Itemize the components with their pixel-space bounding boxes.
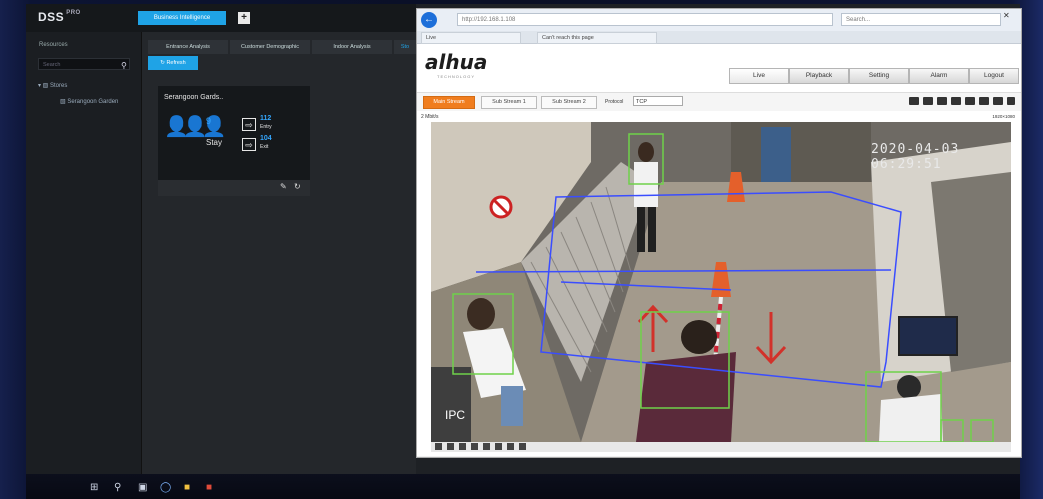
- dahua-logo-subtitle: TECHNOLOGY: [437, 74, 476, 79]
- video-control-bar: [431, 442, 1011, 452]
- exit-label: Exit: [260, 144, 269, 150]
- resource-search-input[interactable]: Search: [38, 58, 130, 70]
- people-icon: 👤👤👤: [164, 116, 227, 138]
- entry-icon: ⇨: [242, 118, 256, 131]
- window-icon[interactable]: [923, 97, 933, 105]
- search-icon[interactable]: ⚲: [121, 61, 127, 70]
- dss-logo: DSS PRO: [38, 10, 81, 24]
- zoom-icon[interactable]: [459, 443, 466, 450]
- windows-start-icon[interactable]: ⊞: [90, 482, 98, 493]
- tab-customer-demographic[interactable]: Customer Demographic: [230, 40, 310, 54]
- nav-live[interactable]: Live: [729, 68, 789, 84]
- card-footer: ✎ ↻: [158, 180, 310, 196]
- browser-tab-error[interactable]: Can't reach this page: [537, 32, 657, 44]
- monitor-screen: DSS PRO Business Intelligence + Resources…: [26, 4, 1022, 474]
- dahua-web-ui: alhua TECHNOLOGY Live Playback Setting A…: [417, 44, 1021, 456]
- user-icon[interactable]: [909, 97, 919, 105]
- tab-indoor-analysis[interactable]: Indoor Analysis: [312, 40, 392, 54]
- nav-alarm[interactable]: Alarm: [909, 68, 969, 84]
- exit-icon: ⇨: [242, 138, 256, 151]
- refresh-icon[interactable]: ↻: [294, 182, 301, 191]
- dss-main-panel: Entrance Analysis Customer Demographic I…: [142, 32, 416, 474]
- nav-playback[interactable]: Playback: [789, 68, 849, 84]
- resources-label: Resources: [39, 42, 68, 48]
- fullscreen-icon[interactable]: [979, 97, 989, 105]
- dss-header: DSS PRO Business Intelligence +: [26, 4, 416, 32]
- store-card: Serangoon Gards.. 👤👤👤 9 Stay ⇨ 112 Entry…: [158, 86, 310, 194]
- dahua-logo: alhua: [425, 50, 488, 74]
- entry-label: Entry: [260, 124, 272, 130]
- resolution-label: 1920×1080: [992, 114, 1015, 119]
- main-stream-button[interactable]: Main Stream: [423, 96, 475, 109]
- audio-icon[interactable]: [993, 97, 1003, 105]
- bitrate-label: 2 Mbit/s: [421, 114, 439, 120]
- video-timestamp: 2020-04-03 06:29:51: [871, 142, 960, 172]
- nav-setting[interactable]: Setting: [849, 68, 909, 84]
- edit-icon[interactable]: ✎: [280, 182, 287, 191]
- ratio-icon[interactable]: [447, 443, 454, 450]
- business-intelligence-tab[interactable]: Business Intelligence: [138, 11, 226, 25]
- grid-icon[interactable]: [483, 443, 490, 450]
- close-view-icon[interactable]: [519, 443, 526, 450]
- browser-window: ← http://192.168.1.108 Search... ✕ Live …: [416, 8, 1022, 458]
- browser-tabs: Live Can't reach this page: [417, 31, 1021, 44]
- tree-item-serangoon-garden[interactable]: ▧ Serangoon Garden: [60, 98, 118, 105]
- expand-icon[interactable]: [507, 443, 514, 450]
- stop-icon[interactable]: [435, 443, 442, 450]
- tab-store[interactable]: Sto: [394, 40, 416, 54]
- sub-stream-1-button[interactable]: Sub Stream 1: [481, 96, 537, 109]
- browser-search-input[interactable]: Search...: [841, 13, 1001, 26]
- card-title: Serangoon Gards..: [164, 94, 224, 101]
- tab-entrance-analysis[interactable]: Entrance Analysis: [148, 40, 228, 54]
- windows-taskbar: ⊞ ⚲ ▣ ◯ ■ ■: [26, 474, 1020, 499]
- protocol-select[interactable]: TCP: [633, 96, 683, 106]
- resource-sidebar: Resources Search ⚲ ▾ ▧ Stores ▧ Serangoo…: [26, 32, 142, 474]
- address-bar[interactable]: http://192.168.1.108: [457, 13, 833, 26]
- tree-item-stores[interactable]: ▾ ▧ Stores: [38, 82, 67, 89]
- ipc-label: IPC: [445, 408, 466, 422]
- ptz-icon[interactable]: [471, 443, 478, 450]
- app-icon[interactable]: ■: [206, 482, 212, 493]
- stay-count: 9: [206, 116, 212, 126]
- live-video[interactable]: 2020-04-03 06:29:51 IPC: [431, 122, 1011, 442]
- close-icon[interactable]: ✕: [1003, 11, 1010, 20]
- camera-icon[interactable]: [965, 97, 975, 105]
- browser-tab-live[interactable]: Live: [421, 32, 521, 44]
- browser-toolbar: ← http://192.168.1.108 Search... ✕: [417, 9, 1021, 31]
- live-toolbar: Main Stream Sub Stream 1 Sub Stream 2 Pr…: [417, 92, 1021, 111]
- talk-icon[interactable]: [1007, 97, 1015, 105]
- protocol-label: Protocol: [605, 99, 624, 105]
- layout-icon[interactable]: [495, 443, 502, 450]
- record-icon[interactable]: [951, 97, 961, 105]
- search-icon[interactable]: ⚲: [114, 482, 121, 493]
- refresh-button[interactable]: ↻ Refresh: [148, 56, 198, 70]
- exit-count: 104: [260, 135, 272, 142]
- add-tab-button[interactable]: +: [238, 12, 250, 24]
- back-arrow-icon[interactable]: ←: [421, 12, 437, 28]
- entry-count: 112: [260, 115, 272, 122]
- sub-stream-2-button[interactable]: Sub Stream 2: [541, 96, 597, 109]
- task-view-icon[interactable]: ▣: [138, 482, 147, 493]
- edge-icon[interactable]: ◯: [160, 482, 171, 493]
- nav-logout[interactable]: Logout: [969, 68, 1019, 84]
- snapshot-icon[interactable]: [937, 97, 947, 105]
- stay-label: Stay: [206, 138, 223, 147]
- explorer-icon[interactable]: ■: [184, 482, 190, 493]
